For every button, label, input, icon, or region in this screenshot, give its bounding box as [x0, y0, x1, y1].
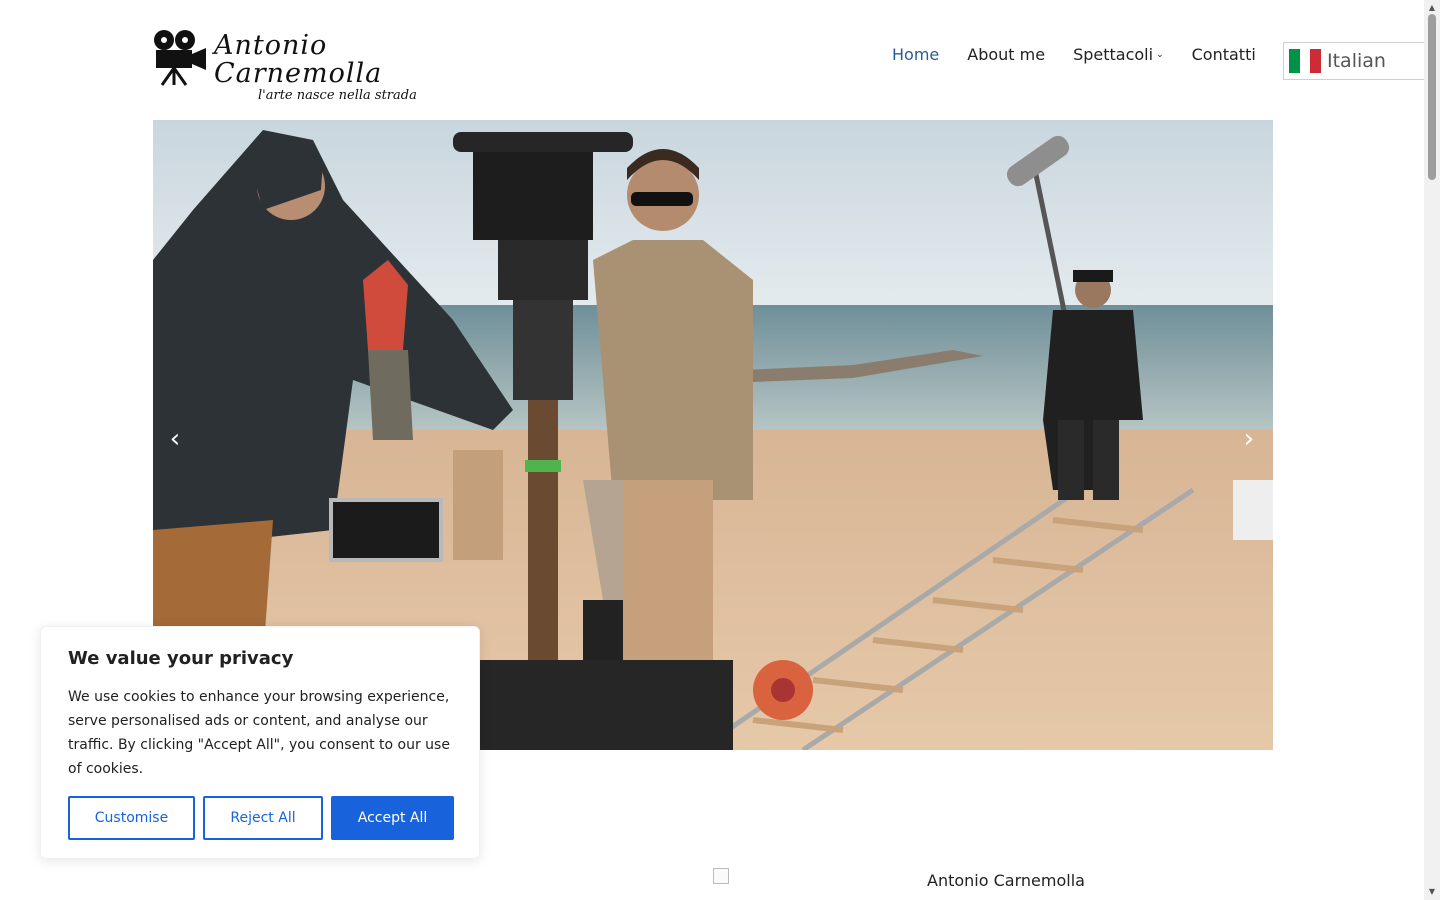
scrollbar-thumb[interactable] — [1428, 14, 1436, 180]
scroll-up-icon[interactable]: ▲ — [1424, 2, 1440, 14]
cookie-buttons: Customise Reject All Accept All — [68, 796, 454, 840]
site-logo[interactable]: Antonio Carnemolla l'arte nasce nella st… — [152, 26, 482, 103]
logo-text: Antonio Carnemolla l'arte nasce nella st… — [214, 32, 482, 104]
logo-title: Antonio Carnemolla — [214, 30, 383, 89]
nav-spettacoli[interactable]: Spettacoli ⌄ — [1073, 44, 1164, 66]
site-header: Antonio Carnemolla l'arte nasce nella st… — [0, 0, 1425, 112]
customise-button[interactable]: Customise — [68, 796, 195, 840]
nav-spettacoli-label: Spettacoli — [1073, 45, 1154, 64]
nav-contatti[interactable]: Contatti — [1192, 44, 1256, 66]
cookie-description: We use cookies to enhance your browsing … — [68, 689, 450, 777]
language-switcher[interactable]: Italian — [1283, 42, 1425, 80]
page-scrollbar[interactable]: ▲ ▼ — [1424, 0, 1440, 900]
slider-prev-button[interactable]: ‹ — [163, 424, 187, 454]
chevron-down-icon: ⌄ — [1156, 50, 1164, 60]
language-label: Italian — [1327, 50, 1386, 72]
scroll-down-icon[interactable]: ▼ — [1424, 886, 1440, 898]
slider-next-button[interactable]: › — [1237, 424, 1261, 454]
movie-camera-icon — [154, 30, 206, 86]
chevron-left-icon: ‹ — [169, 424, 181, 454]
logo-tagline: l'arte nasce nella strada — [258, 88, 417, 103]
broken-image-icon — [713, 868, 729, 884]
reject-all-button[interactable]: Reject All — [203, 796, 323, 840]
nav-home[interactable]: Home — [892, 44, 939, 66]
nav-about-me[interactable]: About me — [967, 44, 1045, 66]
cookie-consent-banner: We value your privacy We use cookies to … — [40, 626, 480, 859]
accept-all-button[interactable]: Accept All — [331, 796, 454, 840]
chevron-right-icon: › — [1243, 424, 1255, 454]
main-nav: Home About me Spettacoli ⌄ Contatti — [892, 44, 1284, 66]
profile-image-alt-text: Antonio Carnemolla — [927, 871, 1085, 890]
italy-flag-icon — [1289, 49, 1322, 73]
cookie-title: We value your privacy — [68, 648, 294, 669]
